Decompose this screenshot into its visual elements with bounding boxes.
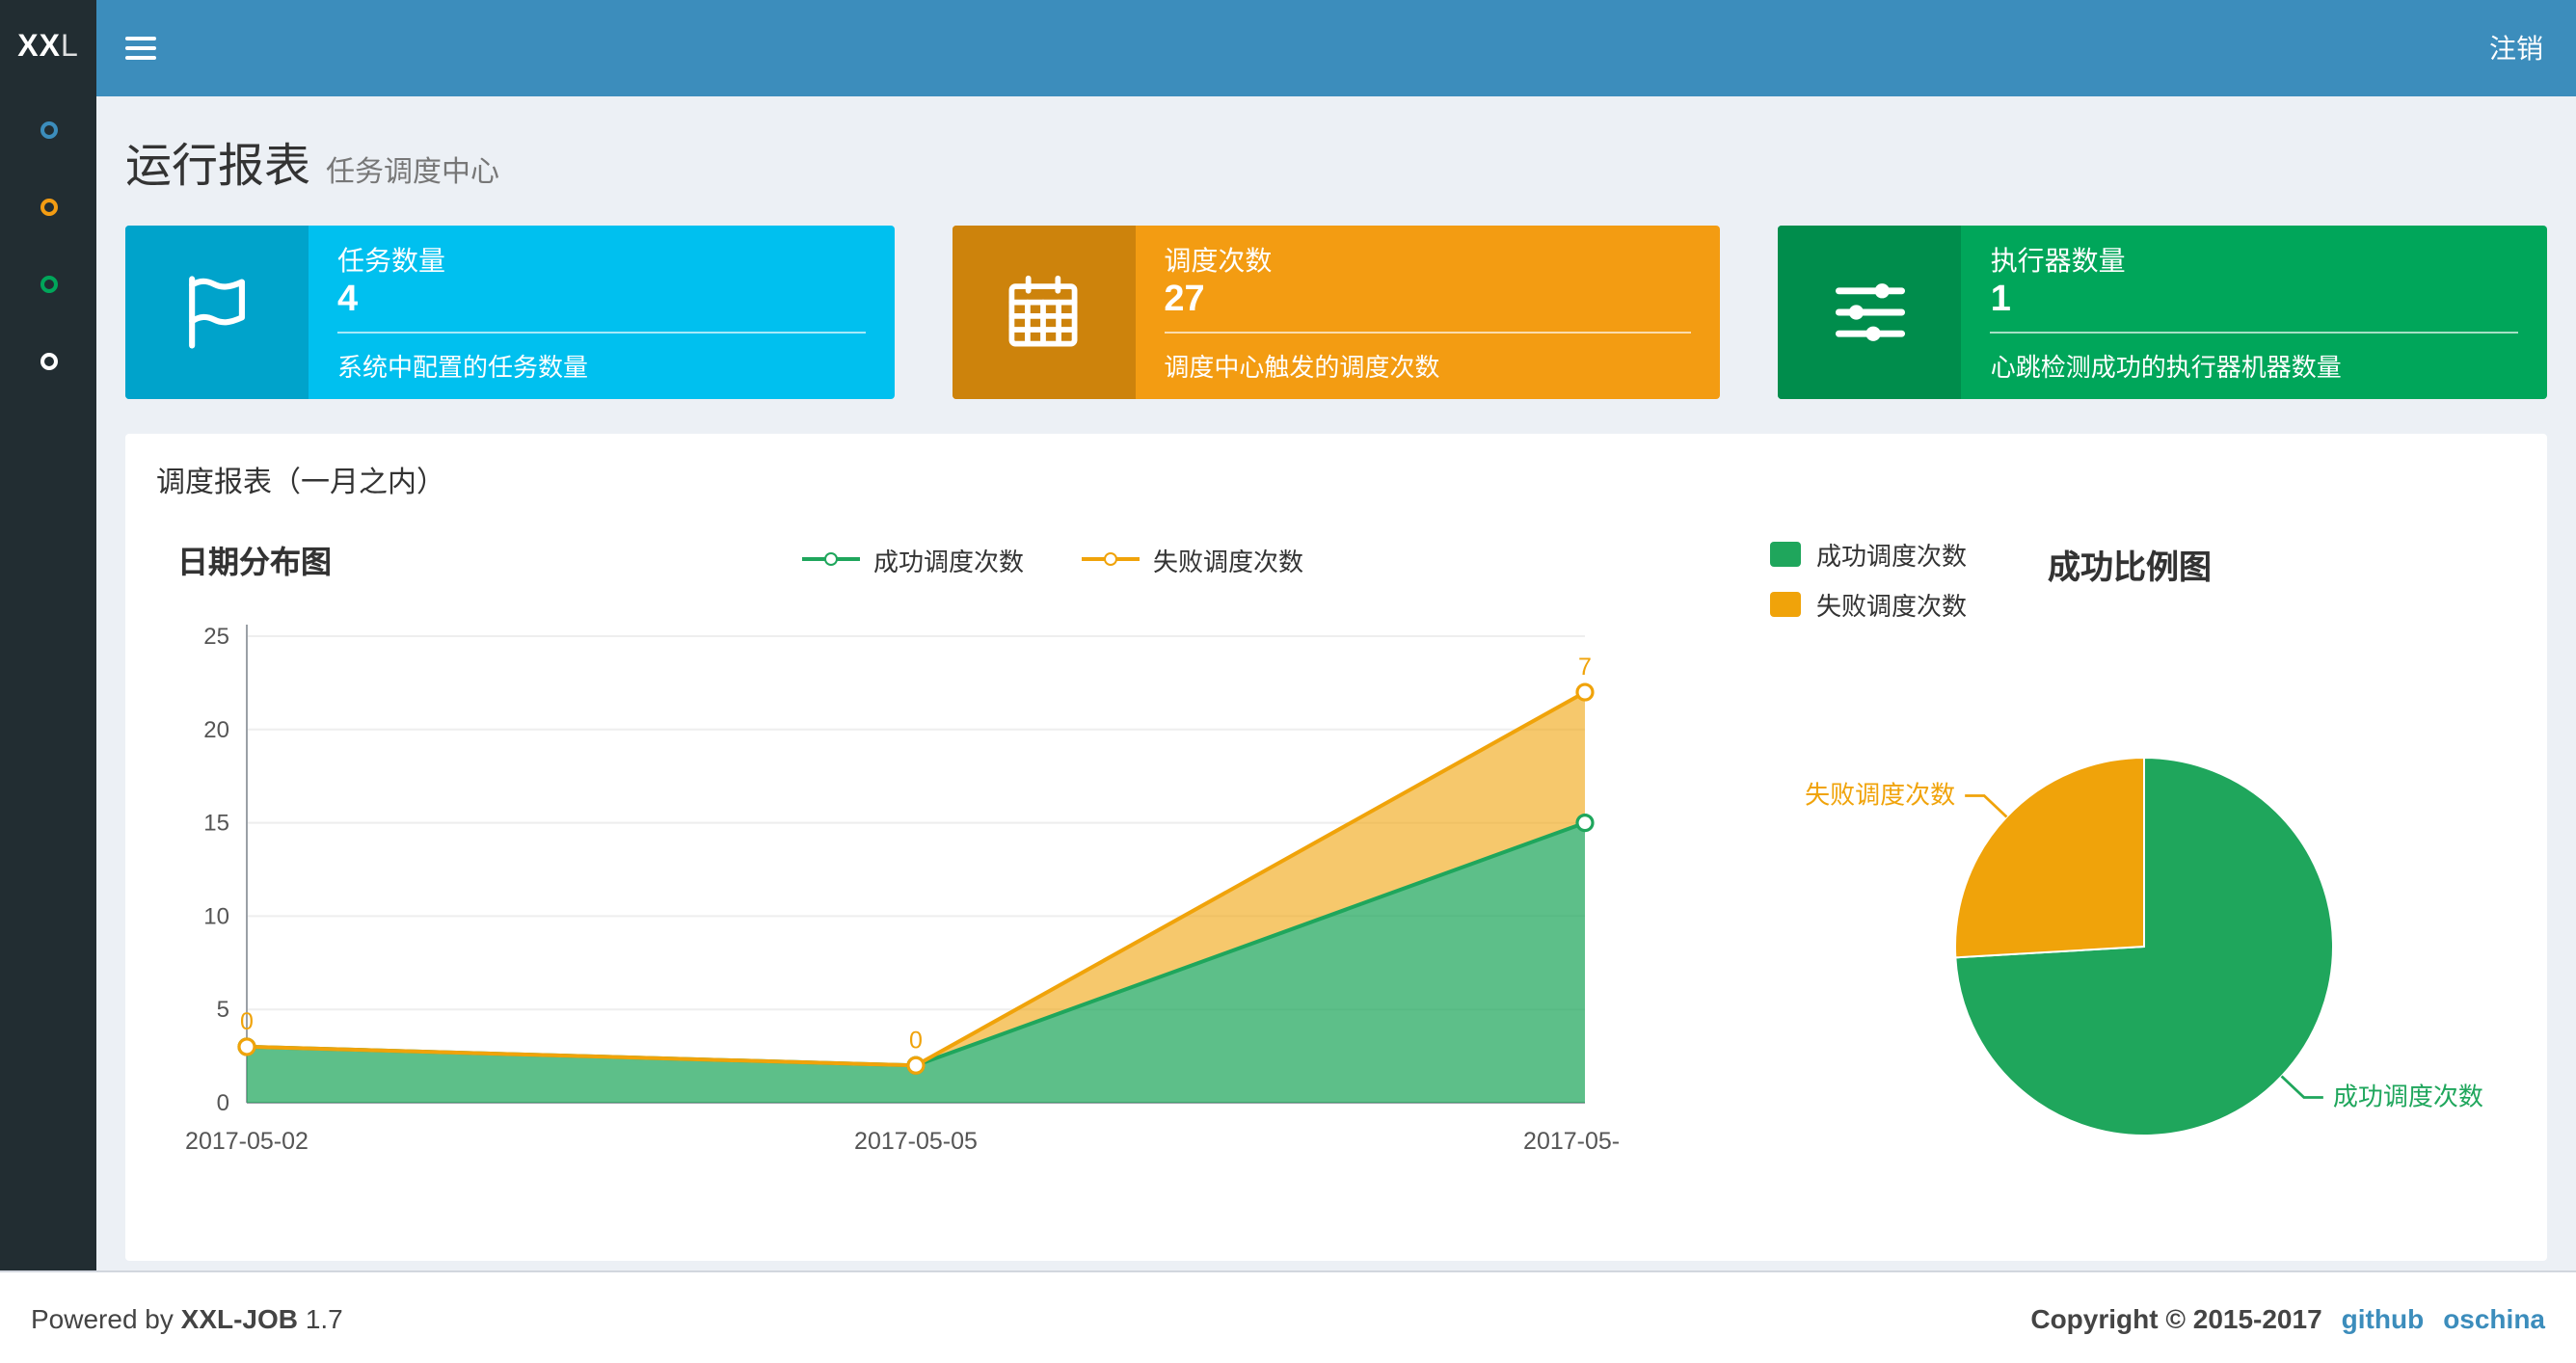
info-box-description: 心跳检测成功的执行器机器数量 <box>1990 353 2342 382</box>
date-distribution-section: 日期分布图 成功调度次数 失败调度次数 0 5 10 15 20 25 2017… <box>154 524 1658 1211</box>
success-ratio-section: 成功调度次数 失败调度次数 成功比例图 成功调度次数 失败调度次数 <box>1658 524 2518 1211</box>
report-panel: 调度报表（一月之内） 日期分布图 成功调度次数 失败调度次数 0 5 10 15… <box>125 434 2547 1261</box>
logo-text-light: L <box>60 31 79 64</box>
powered-by-prefix: Powered by <box>31 1302 174 1333</box>
line-marker-icon <box>801 548 860 571</box>
line-chart-legend: 成功调度次数 失败调度次数 <box>563 541 1543 577</box>
legend-swatch-icon <box>1770 592 1801 617</box>
info-box-row: 任务数量 4 系统中配置的任务数量 调度次数 27 调度中心触发的调度次数 执行… <box>125 226 2548 399</box>
app-root: XX L 注销 运行报表 任务调度中心 任务数量 4 系统中配置的任务数量 调度… <box>0 0 2576 1363</box>
info-box-title: 调度次数 <box>1164 245 1273 276</box>
hamburger-icon[interactable] <box>96 0 185 96</box>
svg-text:0: 0 <box>217 1090 229 1116</box>
info-box-body: 任务数量 4 系统中配置的任务数量 <box>309 226 894 399</box>
sidebar-item-1 circle-outline-icon[interactable] <box>40 121 57 139</box>
legend-item-fail[interactable]: 失败调度次数 <box>1082 541 1303 577</box>
svg-text:10: 10 <box>203 903 229 929</box>
date-distribution-chart: 05101520252017-05-022017-05-052017-05-08… <box>185 624 1647 1155</box>
info-box-description: 系统中配置的任务数量 <box>337 353 589 382</box>
svg-text:7: 7 <box>1578 654 1592 681</box>
info-box-jobs: 任务数量 4 系统中配置的任务数量 <box>125 226 895 399</box>
footer-links: github oschina <box>2342 1302 2545 1333</box>
legend-label: 成功调度次数 <box>872 547 1024 575</box>
svg-text:2017-05-02: 2017-05-02 <box>185 1128 309 1155</box>
legend-item-success[interactable]: 成功调度次数 <box>801 541 1024 577</box>
legend-item-fail[interactable]: 失败调度次数 <box>1770 586 1967 623</box>
svg-text:2017-05-08: 2017-05-08 <box>1523 1128 1620 1155</box>
oschina-link[interactable]: oschina <box>2443 1302 2545 1333</box>
info-box-title: 任务数量 <box>337 245 445 276</box>
svg-text:0: 0 <box>240 1008 254 1035</box>
copyright-text: Copyright © 2015-2017 <box>2030 1302 2322 1333</box>
legend-item-success[interactable]: 成功调度次数 <box>1770 536 1967 573</box>
info-box-divider <box>1990 332 2519 334</box>
sidebar <box>0 96 96 1270</box>
line-chart-header: 日期分布图 成功调度次数 失败调度次数 <box>154 536 1658 582</box>
sidebar-item-2 circle-outline-icon[interactable] <box>40 199 57 216</box>
svg-text:2017-05-05: 2017-05-05 <box>854 1128 978 1155</box>
panel-body: 日期分布图 成功调度次数 失败调度次数 0 5 10 15 20 25 2017… <box>125 513 2547 1261</box>
svg-text:5: 5 <box>217 997 229 1023</box>
info-box-executors: 执行器数量 1 心跳检测成功的执行器机器数量 <box>1778 226 2548 399</box>
svg-text:20: 20 <box>203 717 229 743</box>
svg-text:0: 0 <box>909 1027 923 1054</box>
info-box-body: 执行器数量 1 心跳检测成功的执行器机器数量 <box>1962 226 2547 399</box>
legend-label: 失败调度次数 <box>1153 547 1304 575</box>
footer: Powered by XXL-JOB 1.7 Copyright © 2015-… <box>0 1270 2576 1363</box>
sidebar-item-3 circle-outline-icon[interactable] <box>40 276 57 293</box>
svg-text:15: 15 <box>203 811 229 837</box>
calendar-icon <box>952 226 1136 399</box>
sliders-icon <box>1778 226 1962 399</box>
svg-text:25: 25 <box>203 624 229 650</box>
info-box-divider <box>1164 332 1692 334</box>
powered-by: Powered by XXL-JOB 1.7 <box>31 1302 343 1333</box>
logo[interactable]: XX L <box>0 0 96 96</box>
main-area: 运行报表 任务调度中心 任务数量 4 系统中配置的任务数量 调度次数 27 调度… <box>0 96 2576 1270</box>
info-box-value: 27 <box>1164 280 1205 320</box>
sidebar-item-4 circle-outline-icon[interactable] <box>40 353 57 370</box>
flag-icon <box>125 226 309 399</box>
github-link[interactable]: github <box>2342 1302 2425 1333</box>
panel-title: 调度报表（一月之内） <box>156 467 446 499</box>
info-box-value: 4 <box>337 280 359 320</box>
page-title: 运行报表 任务调度中心 <box>125 127 2547 195</box>
page-title-text: 运行报表 <box>125 141 310 193</box>
logout-button[interactable]: 注销 <box>2456 0 2576 96</box>
info-box-body: 调度次数 27 调度中心触发的调度次数 <box>1135 226 1720 399</box>
pie-chart-legend: 成功调度次数 失败调度次数 <box>1770 536 1967 623</box>
svg-text:成功调度次数: 成功调度次数 <box>2333 1082 2483 1110</box>
top-navbar: XX L 注销 <box>0 0 2576 96</box>
info-box-value: 1 <box>1990 280 2011 320</box>
page-subtitle: 任务调度中心 <box>326 156 500 189</box>
line-marker-icon <box>1082 548 1140 571</box>
info-box-triggers: 调度次数 27 调度中心触发的调度次数 <box>952 226 1721 399</box>
line-chart-title: 日期分布图 <box>177 548 333 580</box>
success-ratio-pie-chart: 成功调度次数 失败调度次数 <box>1805 756 2483 1136</box>
content: 运行报表 任务调度中心 任务数量 4 系统中配置的任务数量 调度次数 27 调度… <box>96 96 2576 1270</box>
navbar-spacer <box>185 0 2456 96</box>
legend-swatch-icon <box>1770 542 1801 567</box>
svg-text:失败调度次数: 失败调度次数 <box>1805 781 1955 810</box>
logo-text-bold: XX <box>17 31 61 64</box>
info-box-divider <box>337 332 866 334</box>
info-box-description: 调度中心触发的调度次数 <box>1164 353 1440 382</box>
pie-chart-header: 成功调度次数 失败调度次数 成功比例图 <box>1658 524 2518 623</box>
pie-chart-title: 成功比例图 <box>2048 549 2213 586</box>
legend-label: 成功调度次数 <box>1816 542 1968 571</box>
legend-label: 失败调度次数 <box>1816 592 1968 621</box>
brand-name: XXL-JOB <box>180 1302 299 1333</box>
version: 1.7 <box>305 1302 343 1333</box>
info-box-title: 执行器数量 <box>1990 245 2126 276</box>
copyright-area: Copyright © 2015-2017 github oschina <box>2030 1302 2545 1333</box>
